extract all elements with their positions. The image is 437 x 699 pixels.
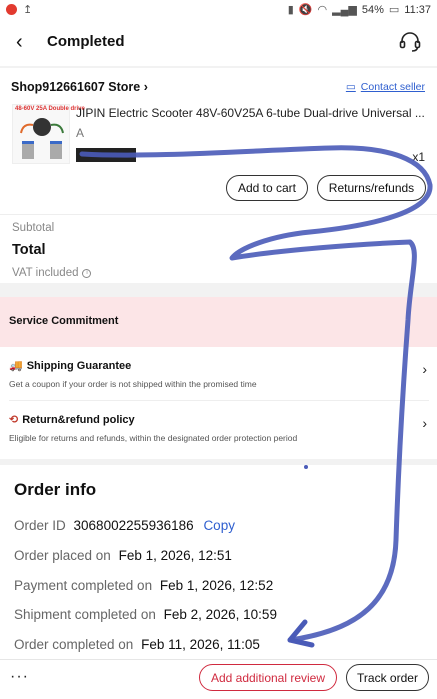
redaction-mark: [76, 148, 136, 162]
upload-icon: ↥: [23, 4, 33, 16]
app-notification-icon: [6, 4, 17, 15]
contact-seller-link[interactable]: ▭ Contact seller: [346, 81, 425, 93]
wifi-icon: ◠: [317, 4, 328, 16]
order-info-title: Order info: [14, 480, 97, 499]
battery-alert-icon: ▮: [287, 4, 294, 16]
service-commitment-header: Service Commitment: [0, 297, 437, 347]
copy-button[interactable]: Copy: [203, 518, 235, 533]
scooter-motor-image: [20, 118, 64, 159]
return-refund-policy-row[interactable]: ⟲ Return&refund policy Eligible for retu…: [0, 401, 437, 455]
order-item-card: Shop912661607 Store › ▭ Contact seller 4…: [0, 68, 437, 283]
app-bar: ‹ Completed: [0, 20, 437, 66]
info-icon[interactable]: i: [82, 268, 92, 278]
mute-icon: 🔇: [298, 4, 313, 16]
page-title: Completed: [47, 33, 125, 50]
order-info-card: Order info Order ID 3068002255936186 Cop…: [0, 465, 437, 660]
shipment-completed-row: Shipment completed on Feb 2, 2026, 10:59: [14, 607, 277, 622]
shipping-guarantee-row[interactable]: 🚚 Shipping Guarantee Get a coupon if you…: [0, 347, 437, 401]
subtotal-label: Subtotal: [12, 222, 55, 234]
order-id-value: 3068002255936186: [73, 518, 194, 533]
add-to-cart-button[interactable]: Add to cart: [226, 175, 308, 201]
product-thumbnail[interactable]: 48-60V 25A Double drive: [12, 104, 85, 164]
headset-icon[interactable]: [397, 29, 423, 55]
payment-completed-row: Payment completed on Feb 1, 2026, 12:52: [14, 578, 274, 593]
clock: 11:37: [404, 3, 431, 16]
battery-percent: 54%: [361, 3, 384, 16]
product-variant: A: [76, 126, 85, 140]
track-order-button[interactable]: Track order: [346, 664, 429, 691]
product-title[interactable]: JIPIN Electric Scooter 48V-60V25A 6-tube…: [76, 106, 426, 120]
vat-note: VAT included i: [12, 267, 92, 279]
status-bar: ↥ ▮ 🔇 ◠ ▂▄▆ 54% ▭ 11:37: [0, 0, 437, 20]
total-label: Total: [12, 242, 46, 258]
battery-icon: ▭: [388, 4, 400, 16]
bottom-action-bar: ··· Add additional review Track order: [0, 659, 437, 699]
order-id-row: Order ID 3068002255936186 Copy: [14, 518, 235, 533]
chevron-right-icon: ›: [422, 361, 427, 377]
chat-icon: ▭: [345, 81, 356, 93]
more-options-icon[interactable]: ···: [10, 668, 29, 686]
service-commitment-list: 🚚 Shipping Guarantee Get a coupon if you…: [0, 347, 437, 459]
signal-icon: ▂▄▆: [332, 4, 357, 16]
order-placed-row: Order placed on Feb 1, 2026, 12:51: [14, 548, 232, 563]
chevron-right-icon: ›: [422, 415, 427, 431]
returns-refunds-button[interactable]: Returns/refunds: [317, 175, 426, 201]
truck-icon: 🚚: [9, 360, 23, 372]
thumbnail-caption: 48-60V 25A Double drive: [15, 106, 85, 112]
product-quantity: x1: [412, 150, 425, 164]
add-review-button[interactable]: Add additional review: [199, 664, 337, 691]
back-arrow-icon[interactable]: ‹: [16, 30, 23, 54]
store-name[interactable]: Shop912661607 Store ›: [11, 80, 148, 94]
order-completed-row: Order completed on Feb 11, 2026, 11:05: [14, 637, 260, 652]
divider: [0, 214, 437, 215]
refund-icon: ⟲: [9, 414, 19, 426]
